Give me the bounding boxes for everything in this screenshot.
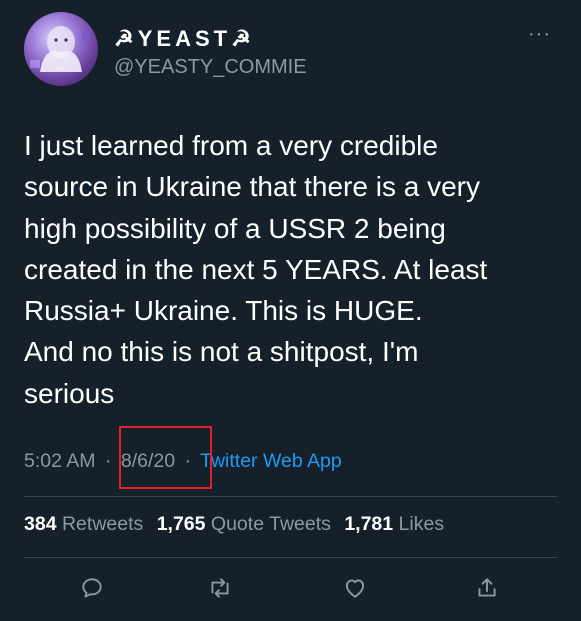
user-handle[interactable]: @YEASTY_COMMIE <box>114 56 307 79</box>
tweet-stats: 384 Retweets 1,765 Quote Tweets 1,781 Li… <box>24 513 444 536</box>
share-button[interactable] <box>471 572 503 604</box>
divider <box>24 557 557 558</box>
tweet-card: ☭YEAST☭ @YEASTY_COMMIE ··· I just learne… <box>0 0 581 621</box>
tweet-time[interactable]: 5:02 AM <box>24 450 96 472</box>
tweet-text: I just learned from a very credible sour… <box>24 130 488 409</box>
reply-icon <box>82 578 102 598</box>
retweet-button[interactable] <box>204 572 236 604</box>
avatar[interactable] <box>24 12 98 86</box>
likes-stat[interactable]: 1,781 Likes <box>344 513 444 535</box>
retweets-label: Retweets <box>61 513 144 535</box>
date-highlight-box <box>119 426 212 489</box>
retweets-count: 384 <box>24 513 57 535</box>
quote-tweets-stat[interactable]: 1,765 Quote Tweets <box>157 513 331 535</box>
reply-button[interactable] <box>76 572 108 604</box>
action-bar <box>0 572 581 612</box>
heart-icon <box>345 579 365 598</box>
retweet-icon <box>211 578 229 598</box>
source-app-link[interactable]: Twitter Web App <box>200 450 342 472</box>
meta-separator: · <box>104 450 112 472</box>
display-name[interactable]: ☭YEAST☭ <box>114 26 255 52</box>
more-dots-icon[interactable]: ··· <box>528 24 551 44</box>
avatar-image <box>30 26 90 72</box>
likes-label: Likes <box>398 513 445 535</box>
like-button[interactable] <box>339 572 371 604</box>
quote-tweets-count: 1,765 <box>156 513 206 535</box>
quote-tweets-label: Quote Tweets <box>210 513 331 535</box>
retweets-stat[interactable]: 384 Retweets <box>24 513 143 535</box>
divider <box>24 496 557 497</box>
likes-count: 1,781 <box>344 513 394 535</box>
share-icon <box>478 578 496 597</box>
